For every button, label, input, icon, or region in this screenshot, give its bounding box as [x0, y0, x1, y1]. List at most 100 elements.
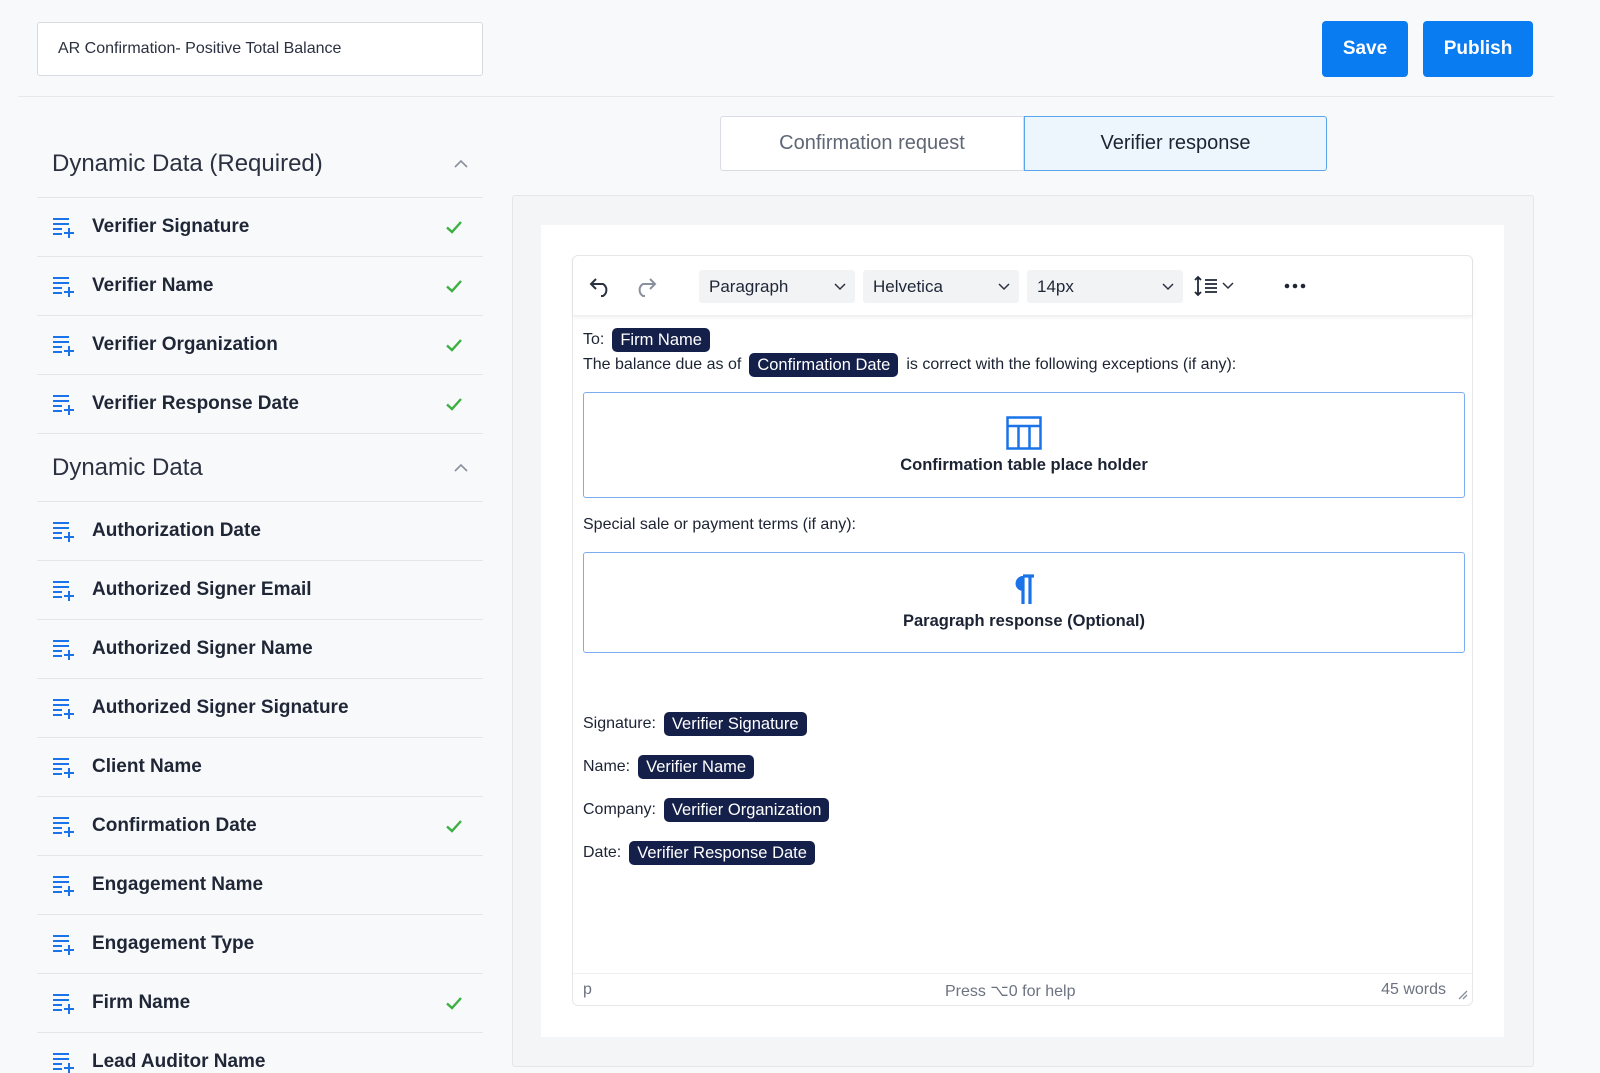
sidebar-item-label: Authorization Date — [92, 520, 261, 541]
font-size-value: 14px — [1037, 276, 1074, 296]
pilcrow-icon — [1015, 574, 1034, 604]
insert-field-icon — [53, 218, 74, 238]
sidebar-item-label: Client Name — [92, 756, 202, 777]
undo-icon[interactable] — [587, 272, 615, 300]
sidebar-item-label: Engagement Type — [92, 933, 255, 954]
chevron-down-icon — [998, 283, 1010, 291]
check-icon — [446, 398, 462, 411]
tab-confirmation-request[interactable]: Confirmation request — [720, 116, 1024, 171]
sidebar-item-label: Firm Name — [92, 992, 191, 1013]
insert-field-icon — [53, 876, 74, 896]
signature-line: Signature: Verifier Signature — [583, 712, 807, 736]
name-line: Name: Verifier Name — [583, 755, 755, 779]
sidebar-item-label: Confirmation Date — [92, 815, 257, 836]
sidebar-item-authorized-signer-signature[interactable]: Authorized Signer Signature — [37, 679, 483, 738]
sidebar-item-label: Authorized Signer Email — [92, 579, 312, 600]
template-title-input[interactable] — [37, 22, 483, 76]
balance-line: The balance due as of Confirmation Date … — [583, 353, 1236, 377]
sidebar-item-authorized-signer-email[interactable]: Authorized Signer Email — [37, 561, 483, 620]
sidebar-item-authorized-signer-name[interactable]: Authorized Signer Name — [37, 620, 483, 679]
paragraph-placeholder-label: Paragraph response (Optional) — [902, 612, 1146, 630]
sidebar-item-authorization-date[interactable]: Authorization Date — [37, 502, 483, 561]
insert-field-icon — [53, 935, 74, 955]
sidebar-item-label: Lead Auditor Name — [92, 1051, 266, 1072]
sidebar-item-label: Verifier Signature — [92, 216, 250, 237]
verifier-organization-tag[interactable]: Verifier Organization — [663, 798, 830, 822]
sidebar-item-firm-name[interactable]: Firm Name — [37, 974, 483, 1033]
check-icon — [446, 221, 462, 234]
check-icon — [446, 997, 462, 1010]
insert-field-icon — [53, 522, 74, 542]
check-icon — [446, 820, 462, 833]
sidebar-item-verifier-response-date[interactable]: Verifier Response Date — [37, 375, 483, 434]
font-size-select[interactable]: 14px — [1027, 270, 1183, 303]
company-line: Company: Verifier Organization — [583, 798, 830, 822]
insert-field-icon — [53, 1053, 74, 1073]
rich-text-editor[interactable]: Paragraph Helvetica 14px To: Firm Name T… — [572, 255, 1473, 1006]
confirmation-table-placeholder[interactable]: Confirmation table place holder — [583, 392, 1465, 498]
date-label: Date: — [583, 844, 622, 861]
resize-handle-icon[interactable] — [1456, 988, 1468, 1000]
tab-verifier-response[interactable]: Verifier response — [1024, 116, 1327, 171]
editor-statusbar: p Press ⌥0 for help 45 words — [573, 973, 1472, 1005]
paragraph-response-placeholder[interactable]: Paragraph response (Optional) — [583, 552, 1465, 653]
verifier-name-tag[interactable]: Verifier Name — [638, 755, 755, 779]
sidebar-item-label: Verifier Response Date — [92, 393, 299, 414]
element-path[interactable]: p — [583, 981, 592, 999]
sidebar-item-verifier-signature[interactable]: Verifier Signature — [37, 198, 483, 257]
insert-field-icon — [53, 640, 74, 660]
sidebar-item-engagement-type[interactable]: Engagement Type — [37, 915, 483, 974]
header-divider — [18, 96, 1554, 97]
sidebar-item-label: Authorized Signer Name — [92, 638, 313, 659]
sidebar-item-label: Verifier Organization — [92, 334, 278, 355]
required-items-list: Verifier Signature Verifier Name Verifier … — [37, 198, 483, 434]
sidebar-item-label: Verifier Name — [92, 275, 214, 296]
verifier-response-date-tag[interactable]: Verifier Response Date — [629, 841, 815, 865]
chevron-up-icon[interactable] — [453, 460, 469, 476]
date-line: Date: Verifier Response Date — [583, 841, 815, 865]
more-options-icon[interactable] — [1281, 272, 1309, 300]
sidebar-item-lead-auditor-name[interactable]: Lead Auditor Name — [37, 1033, 483, 1073]
section-header-required[interactable]: Dynamic Data (Required) — [37, 130, 483, 198]
dynamic-items-list: Authorization Date Authorized Signer Emai… — [37, 502, 483, 1073]
firm-name-tag[interactable]: Firm Name — [612, 328, 710, 352]
font-family-select[interactable]: Helvetica — [863, 270, 1019, 303]
sidebar-item-confirmation-date[interactable]: Confirmation Date — [37, 797, 483, 856]
word-count[interactable]: 45 words — [1381, 981, 1446, 999]
publish-button[interactable]: Publish — [1423, 21, 1533, 77]
block-format-select[interactable]: Paragraph — [699, 270, 855, 303]
insert-field-icon — [53, 277, 74, 297]
sidebar-item-client-name[interactable]: Client Name — [37, 738, 483, 797]
signature-label: Signature: — [583, 715, 656, 732]
editor-toolbar: Paragraph Helvetica 14px — [573, 256, 1472, 316]
insert-field-icon — [53, 758, 74, 778]
line-height-icon[interactable] — [1193, 272, 1239, 300]
sidebar-item-verifier-name[interactable]: Verifier Name — [37, 257, 483, 316]
company-label: Company: — [583, 801, 656, 818]
check-icon — [446, 280, 462, 293]
section-title-required: Dynamic Data (Required) — [52, 149, 323, 177]
insert-field-icon — [53, 817, 74, 837]
redo-icon[interactable] — [631, 272, 659, 300]
special-terms-line: Special sale or payment terms (if any): — [583, 516, 856, 534]
name-label: Name: — [583, 758, 631, 775]
save-button[interactable]: Save — [1322, 21, 1408, 77]
balance-suffix: is correct with the following exceptions… — [906, 356, 1237, 373]
to-line: To: Firm Name — [583, 328, 710, 352]
insert-field-icon — [53, 699, 74, 719]
section-title-dynamic: Dynamic Data — [52, 453, 203, 481]
section-header-dynamic[interactable]: Dynamic Data — [37, 434, 483, 502]
balance-prefix: The balance due as of — [583, 356, 742, 373]
confirmation-date-tag[interactable]: Confirmation Date — [749, 353, 899, 377]
chevron-down-icon — [834, 283, 846, 291]
sidebar-item-engagement-name[interactable]: Engagement Name — [37, 856, 483, 915]
special-terms-label: Special sale or payment terms (if any): — [583, 516, 856, 533]
verifier-signature-tag[interactable]: Verifier Signature — [663, 712, 807, 736]
dynamic-data-sidebar: Dynamic Data (Required) Verifier Signatu… — [37, 130, 483, 1073]
chevron-up-icon[interactable] — [453, 156, 469, 172]
insert-field-icon — [53, 581, 74, 601]
insert-field-icon — [53, 336, 74, 356]
block-format-value: Paragraph — [709, 276, 789, 296]
insert-field-icon — [53, 395, 74, 415]
sidebar-item-verifier-organization[interactable]: Verifier Organization — [37, 316, 483, 375]
